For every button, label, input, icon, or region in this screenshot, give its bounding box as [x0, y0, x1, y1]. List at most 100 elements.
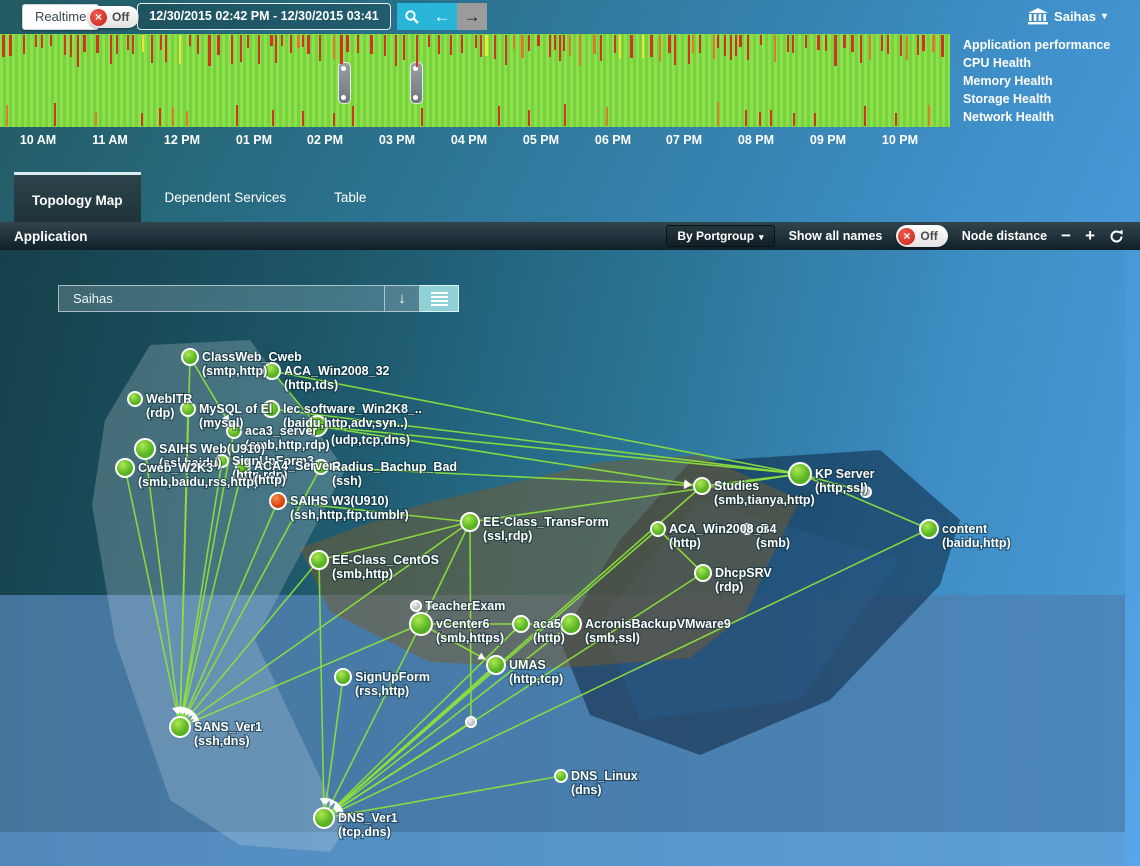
toggle-off-icon: ×	[90, 9, 107, 26]
topology-node-mysql-of-el[interactable]	[181, 402, 195, 416]
node-distance-increase-button[interactable]: +	[1085, 229, 1095, 243]
topology-node-acronisbackupvmware9[interactable]	[561, 614, 581, 634]
topology-node-content[interactable]	[920, 520, 938, 538]
health-event-tick	[151, 35, 153, 63]
health-event-tick	[480, 35, 482, 57]
tab-dependent-services[interactable]: Dependent Services	[141, 172, 311, 222]
topology-node-classweb-cweb[interactable]	[182, 349, 198, 365]
topology-node-radius-bachup-bad[interactable]	[314, 460, 328, 474]
topology-node-dns-ver1[interactable]	[314, 808, 334, 828]
topology-node-sans-ver1[interactable]	[170, 717, 190, 737]
tab-topology-map[interactable]: Topology Map	[14, 172, 141, 225]
chevron-down-icon: ▾	[1102, 11, 1107, 22]
node-distance-label: Node distance	[962, 229, 1047, 243]
hour-label: 10 AM	[20, 133, 56, 147]
topology-node-kp-server[interactable]	[789, 463, 811, 485]
health-event-tick	[505, 35, 507, 65]
health-event-tick	[132, 35, 134, 54]
legend-item-memory-health[interactable]: Memory Health	[963, 72, 1110, 90]
health-event-tick	[668, 35, 671, 53]
health-event-tick	[745, 110, 747, 126]
show-all-names-toggle[interactable]: × Off	[896, 225, 947, 247]
health-event-tick	[9, 35, 12, 56]
health-event-tick	[6, 105, 8, 126]
topology-node-lec-software-win2k8-[interactable]	[263, 401, 279, 417]
group-by-dropdown[interactable]: By Portgroup▾	[666, 225, 774, 247]
health-event-tick	[739, 35, 742, 47]
topology-node-saihs-web-u910-[interactable]	[135, 439, 155, 459]
search-input[interactable]: Saihas	[58, 285, 385, 312]
legend-item-application-performance[interactable]: Application performance	[963, 36, 1110, 54]
health-event-tick	[110, 35, 112, 64]
user-menu[interactable]: Saihas ▾	[1028, 8, 1107, 25]
topology-node-aca3-server[interactable]	[227, 424, 241, 438]
legend-item-cpu-health[interactable]: CPU Health	[963, 54, 1110, 72]
topology-node-or[interactable]	[742, 524, 752, 534]
health-event-tick	[619, 35, 621, 59]
node-distance-decrease-button[interactable]: −	[1061, 229, 1071, 243]
tab-table[interactable]: Table	[310, 172, 390, 222]
topology-node-junction[interactable]	[861, 487, 871, 497]
health-event-tick	[713, 35, 715, 59]
health-event-tick	[834, 35, 837, 66]
health-event-tick	[240, 35, 242, 62]
legend-item-network-health[interactable]: Network Health	[963, 108, 1110, 126]
list-view-button[interactable]	[420, 285, 459, 312]
health-event-tick	[793, 113, 795, 126]
topology-node-aca5[interactable]	[513, 616, 529, 632]
health-event-tick	[759, 112, 761, 126]
range-handle-right[interactable]	[410, 62, 423, 104]
topology-node-ee-class-transform[interactable]	[461, 513, 479, 531]
health-event-tick	[760, 35, 762, 45]
topology-node-dns-linux[interactable]	[555, 770, 567, 782]
topology-node-webitr[interactable]	[128, 392, 142, 406]
topology-node-junction[interactable]	[307, 416, 327, 436]
health-event-tick	[513, 35, 515, 49]
timeline-back-button[interactable]: ←	[427, 3, 457, 30]
hour-label: 10 PM	[882, 133, 918, 147]
health-event-tick	[159, 108, 161, 126]
search-down-button[interactable]: ↓	[385, 285, 420, 312]
topology-node-vcenter6[interactable]	[410, 613, 432, 635]
topology-node-ee-class-centos[interactable]	[310, 551, 328, 569]
topology-node-studies[interactable]	[694, 478, 710, 494]
hour-label: 03 PM	[379, 133, 415, 147]
health-event-tick	[932, 35, 935, 52]
topology-node-junction[interactable]	[466, 717, 476, 727]
topology-node-aca4-server2[interactable]	[236, 459, 250, 473]
topology-node-signupform3[interactable]	[216, 455, 228, 467]
legend-item-storage-health[interactable]: Storage Health	[963, 90, 1110, 108]
refresh-icon[interactable]	[1109, 229, 1124, 244]
health-event-tick	[189, 35, 191, 46]
topology-node-aca-win2008-32[interactable]	[264, 363, 280, 379]
realtime-toggle[interactable]: × Off	[88, 6, 139, 28]
topology-node-signupform[interactable]	[335, 669, 351, 685]
timeline-zoom-button[interactable]	[397, 3, 427, 30]
topology-node-cweb-w2k3[interactable]	[116, 459, 134, 477]
hour-label: 08 PM	[738, 133, 774, 147]
timeline-hour-labels: 10 AM 11 AM 12 PM 01 PM 02 PM 03 PM 04 P…	[0, 127, 1140, 159]
topology-node-teacherexam[interactable]	[411, 601, 421, 611]
health-event-tick	[438, 35, 440, 54]
hour-label: 05 PM	[523, 133, 559, 147]
topology-node-dhcpsrv[interactable]	[695, 565, 711, 581]
health-timeline[interactable]	[0, 34, 950, 127]
topology-node-saihs-w3-u910-[interactable]	[270, 493, 286, 509]
health-event-tick	[869, 35, 871, 60]
health-event-tick	[96, 35, 99, 53]
topology-node-umas[interactable]	[487, 656, 505, 674]
health-event-tick	[717, 102, 719, 126]
range-handle-left[interactable]	[338, 62, 351, 104]
hour-label: 09 PM	[810, 133, 846, 147]
health-event-tick	[475, 35, 477, 48]
health-event-tick	[941, 35, 944, 57]
topology-node-aca-win2008-b4[interactable]	[651, 522, 665, 536]
health-event-tick	[290, 35, 292, 53]
health-event-tick	[860, 35, 862, 63]
timeline-forward-button[interactable]: →	[457, 3, 487, 30]
list-icon	[431, 292, 448, 294]
panel-title: Application	[14, 229, 88, 244]
health-event-tick	[895, 113, 897, 126]
user-name: Saihas	[1054, 9, 1096, 24]
date-range-dropdown[interactable]: 12/30/2015 02:42 PM - 12/30/2015 03:41 P…	[137, 3, 391, 30]
